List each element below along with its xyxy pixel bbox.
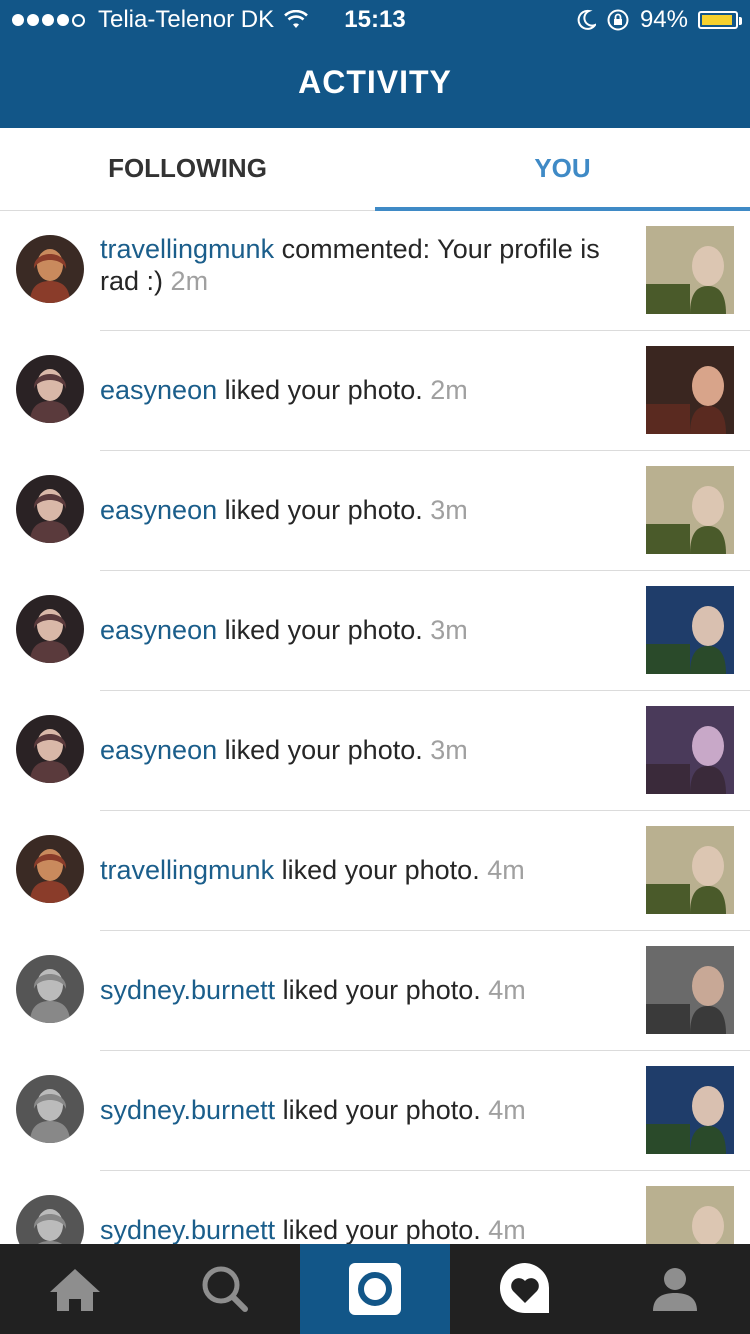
do-not-disturb-moon-icon	[577, 9, 596, 30]
avatar[interactable]	[16, 595, 84, 663]
bottom-nav	[0, 1244, 750, 1334]
username-link[interactable]: easyneon	[100, 735, 217, 765]
avatar[interactable]	[16, 1195, 84, 1244]
page-title: ACTIVITY	[298, 64, 452, 100]
avatar[interactable]	[16, 235, 84, 303]
home-icon	[50, 1269, 100, 1311]
activity-timestamp: 4m	[488, 1215, 526, 1244]
activity-timestamp: 2m	[170, 266, 209, 296]
post-thumbnail[interactable]	[646, 706, 734, 794]
username-link[interactable]: easyneon	[100, 375, 217, 405]
post-thumbnail[interactable]	[646, 946, 734, 1034]
activity-text: easyneon liked your photo. 3m	[100, 614, 630, 646]
username-link[interactable]: easyneon	[100, 495, 217, 525]
username-link[interactable]: sydney.burnett	[100, 1215, 275, 1244]
activity-timestamp: 3m	[430, 495, 468, 525]
username-link[interactable]: travellingmunk	[100, 855, 274, 885]
activity-text: sydney.burnett liked your photo. 4m	[100, 1094, 630, 1126]
activity-timestamp: 4m	[487, 855, 525, 885]
activity-timestamp: 4m	[488, 975, 526, 1005]
activity-action: liked your photo.	[275, 975, 481, 1005]
battery-percentage: 94%	[639, 6, 688, 33]
status-bar: Telia-Telenor DK 15:13 94%	[0, 0, 750, 40]
activity-tabs: FOLLOWING YOU	[0, 128, 750, 211]
activity-action: liked your photo.	[275, 1215, 481, 1244]
username-link[interactable]: easyneon	[100, 615, 217, 645]
activity-timestamp: 3m	[430, 735, 468, 765]
post-thumbnail[interactable]	[646, 586, 734, 674]
activity-row[interactable]: sydney.burnett liked your photo. 4m	[0, 1051, 750, 1171]
activity-row[interactable]: easyneon liked your photo. 3m	[0, 691, 750, 811]
activity-action: liked your photo.	[217, 735, 423, 765]
avatar[interactable]	[16, 715, 84, 783]
activity-row[interactable]: travellingmunk commented: Your profile i…	[0, 211, 750, 331]
activity-text: easyneon liked your photo. 3m	[100, 734, 630, 766]
post-thumbnail[interactable]	[646, 826, 734, 914]
activity-text: sydney.burnett liked your photo. 4m	[100, 974, 630, 1006]
avatar[interactable]	[16, 355, 84, 423]
username-link[interactable]: sydney.burnett	[100, 1095, 275, 1125]
activity-row[interactable]: travellingmunk liked your photo. 4m	[0, 811, 750, 931]
nav-camera[interactable]	[300, 1244, 450, 1334]
username-link[interactable]: travellingmunk	[100, 234, 274, 264]
post-thumbnail[interactable]	[646, 466, 734, 554]
activity-row[interactable]: easyneon liked your photo. 3m	[0, 571, 750, 691]
post-thumbnail[interactable]	[646, 226, 734, 314]
username-link[interactable]: sydney.burnett	[100, 975, 275, 1005]
nav-activity[interactable]	[450, 1244, 600, 1334]
activity-action: liked your photo.	[217, 375, 423, 405]
activity-list: travellingmunk commented: Your profile i…	[0, 211, 750, 1244]
activity-heart-icon	[499, 1263, 550, 1313]
header: Telia-Telenor DK 15:13 94% ACTIVITY	[0, 0, 750, 128]
nav-search[interactable]	[150, 1244, 300, 1334]
battery-icon	[698, 11, 742, 29]
post-thumbnail[interactable]	[646, 1186, 734, 1244]
activity-timestamp: 3m	[430, 615, 468, 645]
nav-home[interactable]	[0, 1244, 150, 1334]
nav-profile[interactable]	[600, 1244, 750, 1334]
activity-row[interactable]: sydney.burnett liked your photo. 4m	[0, 1171, 750, 1244]
activity-row[interactable]: easyneon liked your photo. 2m	[0, 331, 750, 451]
activity-action: liked your photo.	[275, 1095, 481, 1125]
activity-text: easyneon liked your photo. 2m	[100, 374, 630, 406]
activity-action: liked your photo.	[274, 855, 480, 885]
activity-action: liked your photo.	[217, 615, 423, 645]
tab-you[interactable]: YOU	[375, 128, 750, 211]
activity-action: liked your photo.	[217, 495, 423, 525]
activity-text: travellingmunk liked your photo. 4m	[100, 854, 630, 886]
avatar[interactable]	[16, 475, 84, 543]
rotation-lock-icon	[607, 9, 629, 31]
activity-row[interactable]: sydney.burnett liked your photo. 4m	[0, 931, 750, 1051]
camera-icon	[349, 1263, 401, 1315]
search-icon	[202, 1266, 248, 1312]
activity-text: travellingmunk commented: Your profile i…	[100, 233, 630, 297]
avatar[interactable]	[16, 835, 84, 903]
activity-timestamp: 2m	[430, 375, 468, 405]
tab-following[interactable]: FOLLOWING	[0, 128, 375, 210]
activity-timestamp: 4m	[488, 1095, 526, 1125]
avatar[interactable]	[16, 1075, 84, 1143]
activity-text: sydney.burnett liked your photo. 4m	[100, 1214, 630, 1244]
activity-text: easyneon liked your photo. 3m	[100, 494, 630, 526]
post-thumbnail[interactable]	[646, 1066, 734, 1154]
activity-row[interactable]: easyneon liked your photo. 3m	[0, 451, 750, 571]
profile-icon	[653, 1268, 697, 1311]
avatar[interactable]	[16, 955, 84, 1023]
post-thumbnail[interactable]	[646, 346, 734, 434]
